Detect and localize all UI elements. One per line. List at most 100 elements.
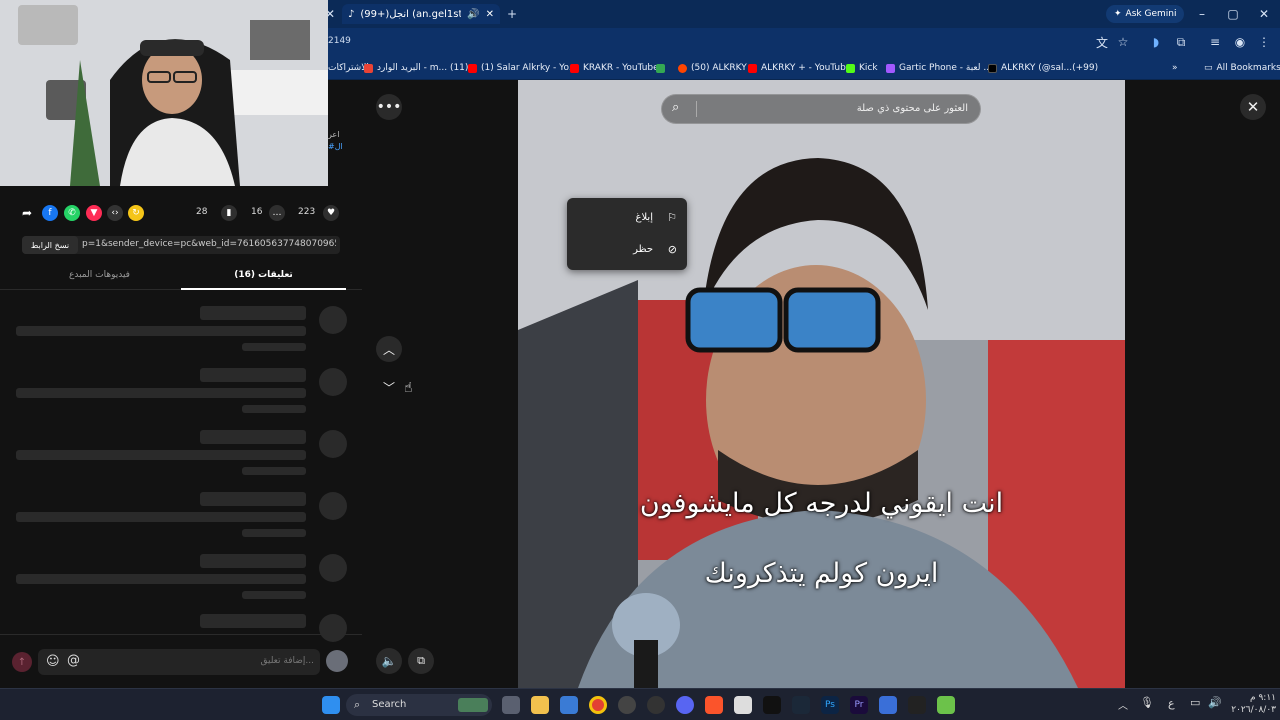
media-icon[interactable]: ◗ [1146,32,1166,52]
share-link-text[interactable]: p=1&sender_device=pc&web_id=761605637748… [82,239,336,249]
menu-item-block[interactable]: حظر ⊘ [567,236,687,264]
translate-icon[interactable]: 文 [1092,32,1112,52]
photoshop-icon[interactable]: Ps [821,696,839,714]
speaker-icon[interactable]: 🔊 [467,9,479,20]
microphone-icon[interactable]: 🎙 [1140,696,1154,709]
input-divider [0,634,362,635]
minecraft-icon[interactable] [937,696,955,714]
brave-icon[interactable] [705,696,723,714]
bookmark-item[interactable]: البريد الوارد - m... (11) [364,61,468,75]
bookmark-item[interactable]: ALKRKY + - YouTube [748,61,851,75]
comment-input[interactable]: ☺ @ إضافة تعليق... [38,649,320,675]
new-tab-button[interactable]: + [502,4,522,24]
video-frame-image [518,80,1125,688]
skeleton-line [242,405,306,413]
clock[interactable]: ٩:١١ م ٢٠٢٦/٠٨/٠٣ [1226,692,1276,716]
tab-active[interactable]: ♪ (99+)انجل (an.gel1st@) | ok 🔊 ✕ [342,4,500,24]
premiere-icon[interactable]: Pr [850,696,868,714]
whatsapp-icon[interactable]: ✆ [64,205,80,221]
copy-link-button[interactable]: نسخ الرابط [22,236,78,254]
post-comment-button[interactable]: ↑ [12,652,32,672]
minimize-button[interactable]: – [1192,4,1212,24]
like-count: 223 [298,207,316,217]
bookmark-item[interactable]: ALKRKY (@sal...(+99) [988,61,1098,75]
bookmark-item[interactable]: Gartic Phone - لعبة ... [886,61,992,75]
profile-avatar[interactable]: ◉ [1230,32,1250,52]
skeleton-avatar [319,368,347,396]
network-icon[interactable]: ▭ [1190,696,1200,709]
store-icon[interactable] [560,696,578,714]
side-strip: اعر #ال [328,106,362,186]
bookmark-item[interactable]: Kick [846,61,878,75]
youtube-icon [570,63,579,73]
heart-icon[interactable]: ♥ [323,205,339,221]
extensions-icon[interactable]: ⧉ [1171,32,1191,52]
bookmark-item[interactable]: (1) Salar Alkrky - Yo... [468,61,577,75]
app-icon[interactable] [908,696,926,714]
right-background: ✕ [1125,80,1280,688]
close-window-button[interactable]: ✕ [1254,4,1274,24]
facebook-icon[interactable]: f [42,205,58,221]
share-arrow-icon[interactable]: ➦ [22,206,32,220]
video-player[interactable]: ⌕ العثور على محتوى ذي صلة إبلاغ ⚐ حظر ⊘ … [518,80,1125,688]
search-divider [696,101,697,117]
meet-icon [656,63,665,73]
app-icon[interactable] [647,696,665,714]
file-explorer-icon[interactable] [531,696,549,714]
youtube-icon [468,63,477,73]
start-icon[interactable] [322,696,340,714]
send-to-friends-icon[interactable]: ▼ [86,205,102,221]
chevron-up-icon[interactable]: ︿ [1118,697,1128,712]
more-bookmarks-icon[interactable]: » [1172,61,1178,75]
tab-comments[interactable]: تعليقات (16) [181,270,346,280]
capcut-icon[interactable] [763,696,781,714]
bookmark-item[interactable] [656,61,665,75]
tab-search-icon[interactable]: ≡ [1205,32,1225,52]
address-bar[interactable]: 2149 [328,36,351,46]
next-video-chevron-down-icon[interactable]: ﹀ [376,374,402,400]
miniplayer-icon[interactable]: ⧉ [408,648,434,674]
app-icon[interactable] [734,696,752,714]
menu-item-report[interactable]: إبلاغ ⚐ [567,204,687,232]
app-icon[interactable] [879,696,897,714]
embed-icon[interactable]: ‹› [107,205,123,221]
discord-icon[interactable] [676,696,694,714]
menu-item-label: إبلاغ [635,212,654,223]
skeleton-avatar [319,554,347,582]
skeleton-line [200,430,306,444]
close-video-icon[interactable]: ✕ [1240,94,1266,120]
language-indicator[interactable]: ع [1168,697,1175,710]
mention-icon[interactable]: @ [67,653,80,668]
previous-video-chevron-up-icon[interactable]: ︿ [376,336,402,362]
volume-icon[interactable]: 🔈 [376,648,402,674]
all-bookmarks[interactable]: ▭ All Bookmarks [1204,61,1280,75]
bookmark-icon[interactable]: ▮ [221,205,237,221]
related-search-input[interactable]: ⌕ العثور على محتوى ذي صلة [661,94,981,124]
menu-item-label: حظر [633,244,653,255]
comment-icon[interactable]: … [269,205,285,221]
tab-creator-videos[interactable]: فيديوهات المبدع [18,270,181,280]
repost-icon[interactable]: ↻ [128,205,144,221]
volume-icon[interactable]: 🔊 [1208,696,1222,709]
search-highlight-image [458,698,488,712]
skeleton-avatar [319,492,347,520]
maximize-button[interactable]: ▢ [1223,4,1243,24]
bookmark-item[interactable]: KRAKR - YouTube [570,61,659,75]
skeleton-line [16,326,306,336]
ask-gemini-button[interactable]: ✦ Ask Gemini [1106,5,1185,23]
skeleton-line [16,574,306,584]
steam-icon[interactable] [792,696,810,714]
bookmark-item[interactable]: (50) ALKRKY [678,61,747,75]
star-icon[interactable]: ☆ [1113,32,1133,52]
bookmark-item[interactable]: الاشتراكات [328,61,369,75]
emoji-icon[interactable]: ☺ [46,654,60,669]
task-view-icon[interactable] [502,696,520,714]
obs-icon[interactable] [618,696,636,714]
windows-taskbar: ⌕ Search Ps Pr ︿ 🎙 ع ▭ 🔊 ٩:١١ م ٢٠٢٦/٠٨/… [0,688,1280,720]
chrome-icon[interactable] [589,696,607,714]
taskbar-search[interactable]: ⌕ Search [346,694,492,716]
user-avatar[interactable] [326,650,348,672]
more-options-icon[interactable]: ••• [376,94,402,120]
menu-icon[interactable]: ⋮ [1254,32,1274,52]
close-icon[interactable]: ✕ [486,9,494,20]
